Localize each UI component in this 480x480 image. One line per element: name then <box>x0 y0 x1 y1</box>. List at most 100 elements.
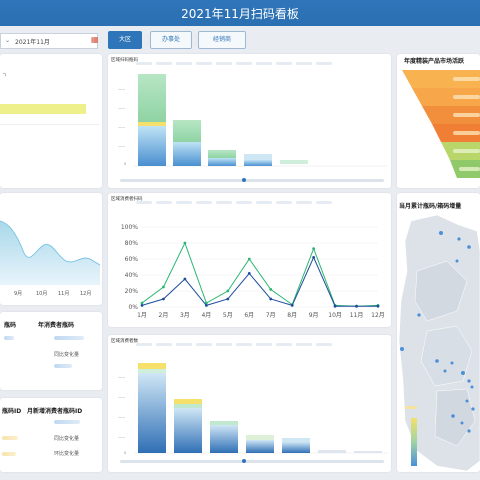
kpi-value-blurred <box>2 452 16 456</box>
scroll-handle[interactable] <box>242 459 246 463</box>
bar-segment <box>354 451 382 453</box>
bar-segment <box>208 158 236 166</box>
bar-segment <box>138 126 166 166</box>
bar-segment <box>246 440 274 453</box>
bar-segment <box>244 154 272 160</box>
series-2-point <box>204 304 208 307</box>
bar-segment <box>246 435 274 440</box>
bar-segment <box>174 399 202 404</box>
kpi-title-bottle: 瓶码 <box>4 322 17 329</box>
map-card: 当月累计瓶码/箱码增量 <box>397 193 480 472</box>
bar-segment <box>210 421 238 425</box>
series-1-point <box>162 285 165 289</box>
series-line-2 <box>141 256 378 307</box>
bar-yellow <box>0 104 86 114</box>
left-bar-card: ㄱ <box>0 54 102 188</box>
x-tick-label: 6月 <box>244 312 254 319</box>
x-label: 10月 <box>36 291 48 297</box>
series-2-point <box>376 304 380 308</box>
area-chart <box>0 220 101 285</box>
x-tick-label: 8月 <box>287 312 297 319</box>
scroll-handle[interactable] <box>242 178 246 182</box>
date-picker[interactable]: 2021年11月 ⌄ <box>0 33 98 49</box>
kpi-card-1: 瓶码 年消费者瓶码 同比变化量 <box>0 312 102 390</box>
bar-segment <box>138 369 166 373</box>
region-consumer-card: 区域消费者扫码 0% 20% 40% 60% 80% 100% 1月 2月 3月 4月 5月 6月 7月… <box>108 193 391 327</box>
funnel-title: 年度精装产品市场活跃 <box>404 58 465 65</box>
series-2-point <box>290 304 294 307</box>
series-2-point <box>140 304 144 307</box>
page-title: 2021年11月扫码看板 <box>181 7 299 21</box>
x-tick-label: 9月 <box>309 312 319 319</box>
bar-segment <box>138 373 166 453</box>
yoy-label: 同比变化量 <box>54 352 80 358</box>
series-2-point <box>333 304 337 308</box>
area-fill <box>0 221 100 285</box>
funnel-label-blurred <box>453 149 480 153</box>
kpi-value-blurred <box>4 336 14 340</box>
x-tick-label: 10月 <box>328 312 342 319</box>
tab-region[interactable]: 大区 <box>108 31 142 49</box>
calendar-icon[interactable]: ▦ <box>91 36 99 44</box>
chart-scrollbar[interactable] <box>120 179 384 182</box>
stacked-bar-chart <box>134 74 388 167</box>
y-tick-label: 80% <box>125 240 139 247</box>
series-1-point <box>312 247 316 250</box>
x-tick-label: 7月 <box>266 312 276 319</box>
bar-segment <box>174 408 202 453</box>
bar-segment <box>173 120 201 142</box>
bar-segment <box>210 425 238 453</box>
x-label: 12月 <box>80 291 92 297</box>
x-tick-label: 4月 <box>201 312 211 319</box>
series-1-point <box>247 257 251 261</box>
bar-segment <box>282 442 310 453</box>
kpi-title-bottle-id: 瓶码ID <box>2 408 22 415</box>
bar-segment <box>174 404 202 408</box>
funnel-chart <box>402 70 480 178</box>
y-tick-label: 40% <box>125 272 139 279</box>
y-tick-label: 100% <box>121 224 138 231</box>
series-2-point <box>183 277 187 281</box>
series-1-point <box>269 288 273 291</box>
tab-dealer[interactable]: 经销商 <box>198 31 246 49</box>
x-tick-label: 12月 <box>371 312 385 319</box>
x-tick-label: 11月 <box>350 312 364 319</box>
bar-segment <box>282 438 310 442</box>
series-2-point <box>162 297 165 301</box>
y-tick-label: 60% <box>125 256 139 263</box>
bar-segment <box>173 142 201 166</box>
y-tick-label: 20% <box>125 288 139 295</box>
bar-segment <box>280 160 308 164</box>
date-value: 2021年11月 <box>15 39 50 46</box>
left-area-card: 9月 10月 11月 12月 <box>0 193 102 305</box>
funnel-card <box>397 54 480 188</box>
x-tick-label: 5月 <box>223 312 233 319</box>
bar-segment <box>138 363 166 369</box>
china-map <box>398 214 480 472</box>
gridline <box>0 124 100 125</box>
x-tick-label: 2月 <box>159 312 169 319</box>
series-1-point <box>183 241 187 245</box>
stacked-bar-chart-2 <box>134 363 388 454</box>
region-consumer-count-card: 区域消费者数 —— —— —— —— 0 <box>108 335 391 472</box>
series-1-point <box>226 289 230 293</box>
map-legend-gradient <box>411 418 417 466</box>
bar-segment <box>208 150 236 158</box>
funnel-label-blurred <box>453 77 480 81</box>
kpi-value-blurred <box>54 420 80 424</box>
series-line-1 <box>141 241 379 307</box>
funnel-label-blurred <box>459 167 480 171</box>
x-label: 11月 <box>58 291 70 297</box>
bar-segment <box>138 74 166 122</box>
funnel-label-blurred <box>453 113 480 117</box>
chevron-down-icon[interactable]: ⌄ <box>5 37 10 44</box>
yoy-label: 同比变化量 <box>54 436 80 442</box>
series-2-point <box>247 272 251 275</box>
tab-office[interactable]: 办事处 <box>150 31 192 49</box>
legend-label-blurred <box>405 406 417 409</box>
funnel-label-blurred <box>453 131 480 135</box>
x-label: 9月 <box>14 291 23 297</box>
chart-scrollbar[interactable] <box>120 460 384 463</box>
series-1-point <box>140 301 144 305</box>
bar-segment <box>244 160 272 166</box>
